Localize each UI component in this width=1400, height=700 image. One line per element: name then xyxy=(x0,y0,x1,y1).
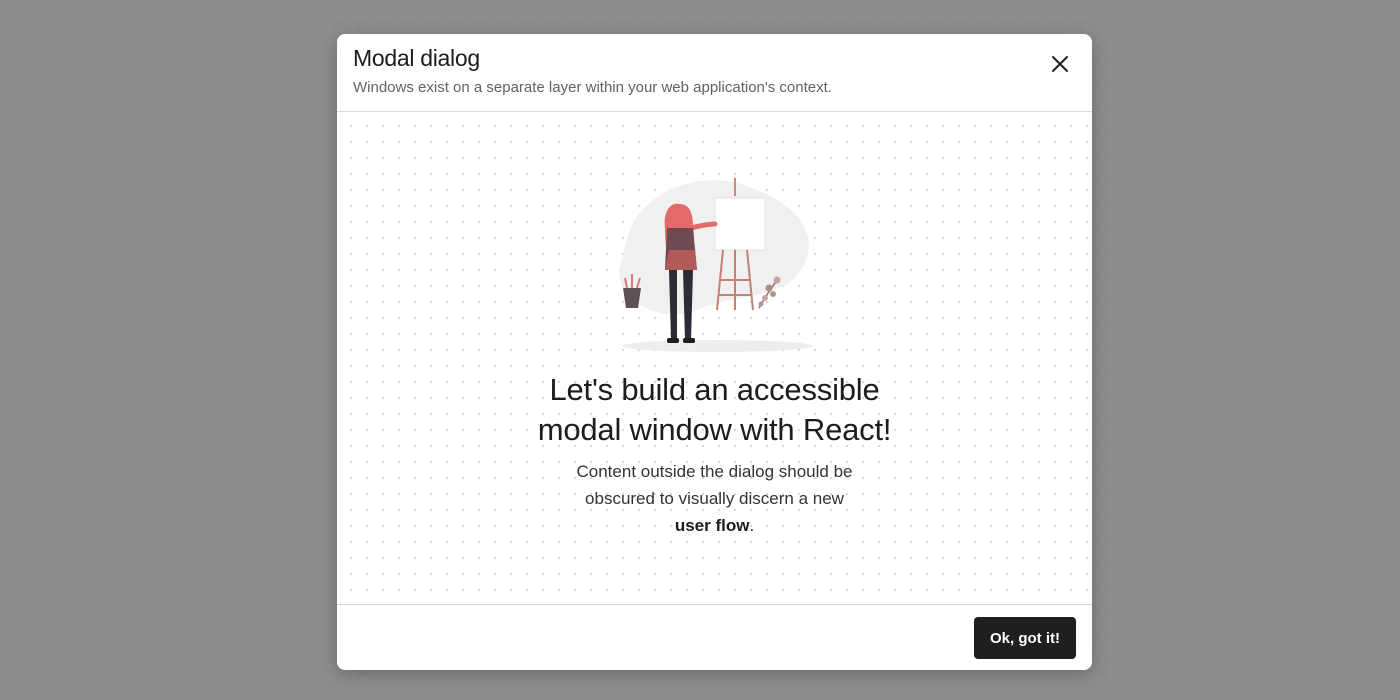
close-icon xyxy=(1052,56,1068,72)
description-period: . xyxy=(749,516,755,535)
modal-body: Let's build an accessible modal window w… xyxy=(337,112,1092,604)
close-button[interactable] xyxy=(1046,50,1074,78)
modal-title: Modal dialog xyxy=(353,45,480,71)
description-bold-text: user flow xyxy=(674,516,750,535)
modal-headline: Let's build an accessible modal window w… xyxy=(337,370,1092,450)
headline-line-1: Let's build an accessible xyxy=(549,372,880,407)
painter-at-easel-illustration xyxy=(618,178,812,352)
description-line-1: Content outside the dialog should be xyxy=(576,462,853,481)
modal-description: Content outside the dialog should be obs… xyxy=(337,458,1092,539)
modal-header: Modal dialog Windows exist on a separate… xyxy=(337,34,1092,112)
description-line-2: obscured to visually discern a new xyxy=(585,489,844,508)
description-line-3: user flow. xyxy=(337,512,1092,539)
modal-subtitle: Windows exist on a separate layer within… xyxy=(353,79,832,96)
headline-line-2: modal window with React! xyxy=(537,412,892,447)
modal-dialog: Modal dialog Windows exist on a separate… xyxy=(337,34,1092,670)
confirm-button[interactable]: Ok, got it! xyxy=(974,617,1076,659)
modal-footer: Ok, got it! xyxy=(337,604,1092,670)
